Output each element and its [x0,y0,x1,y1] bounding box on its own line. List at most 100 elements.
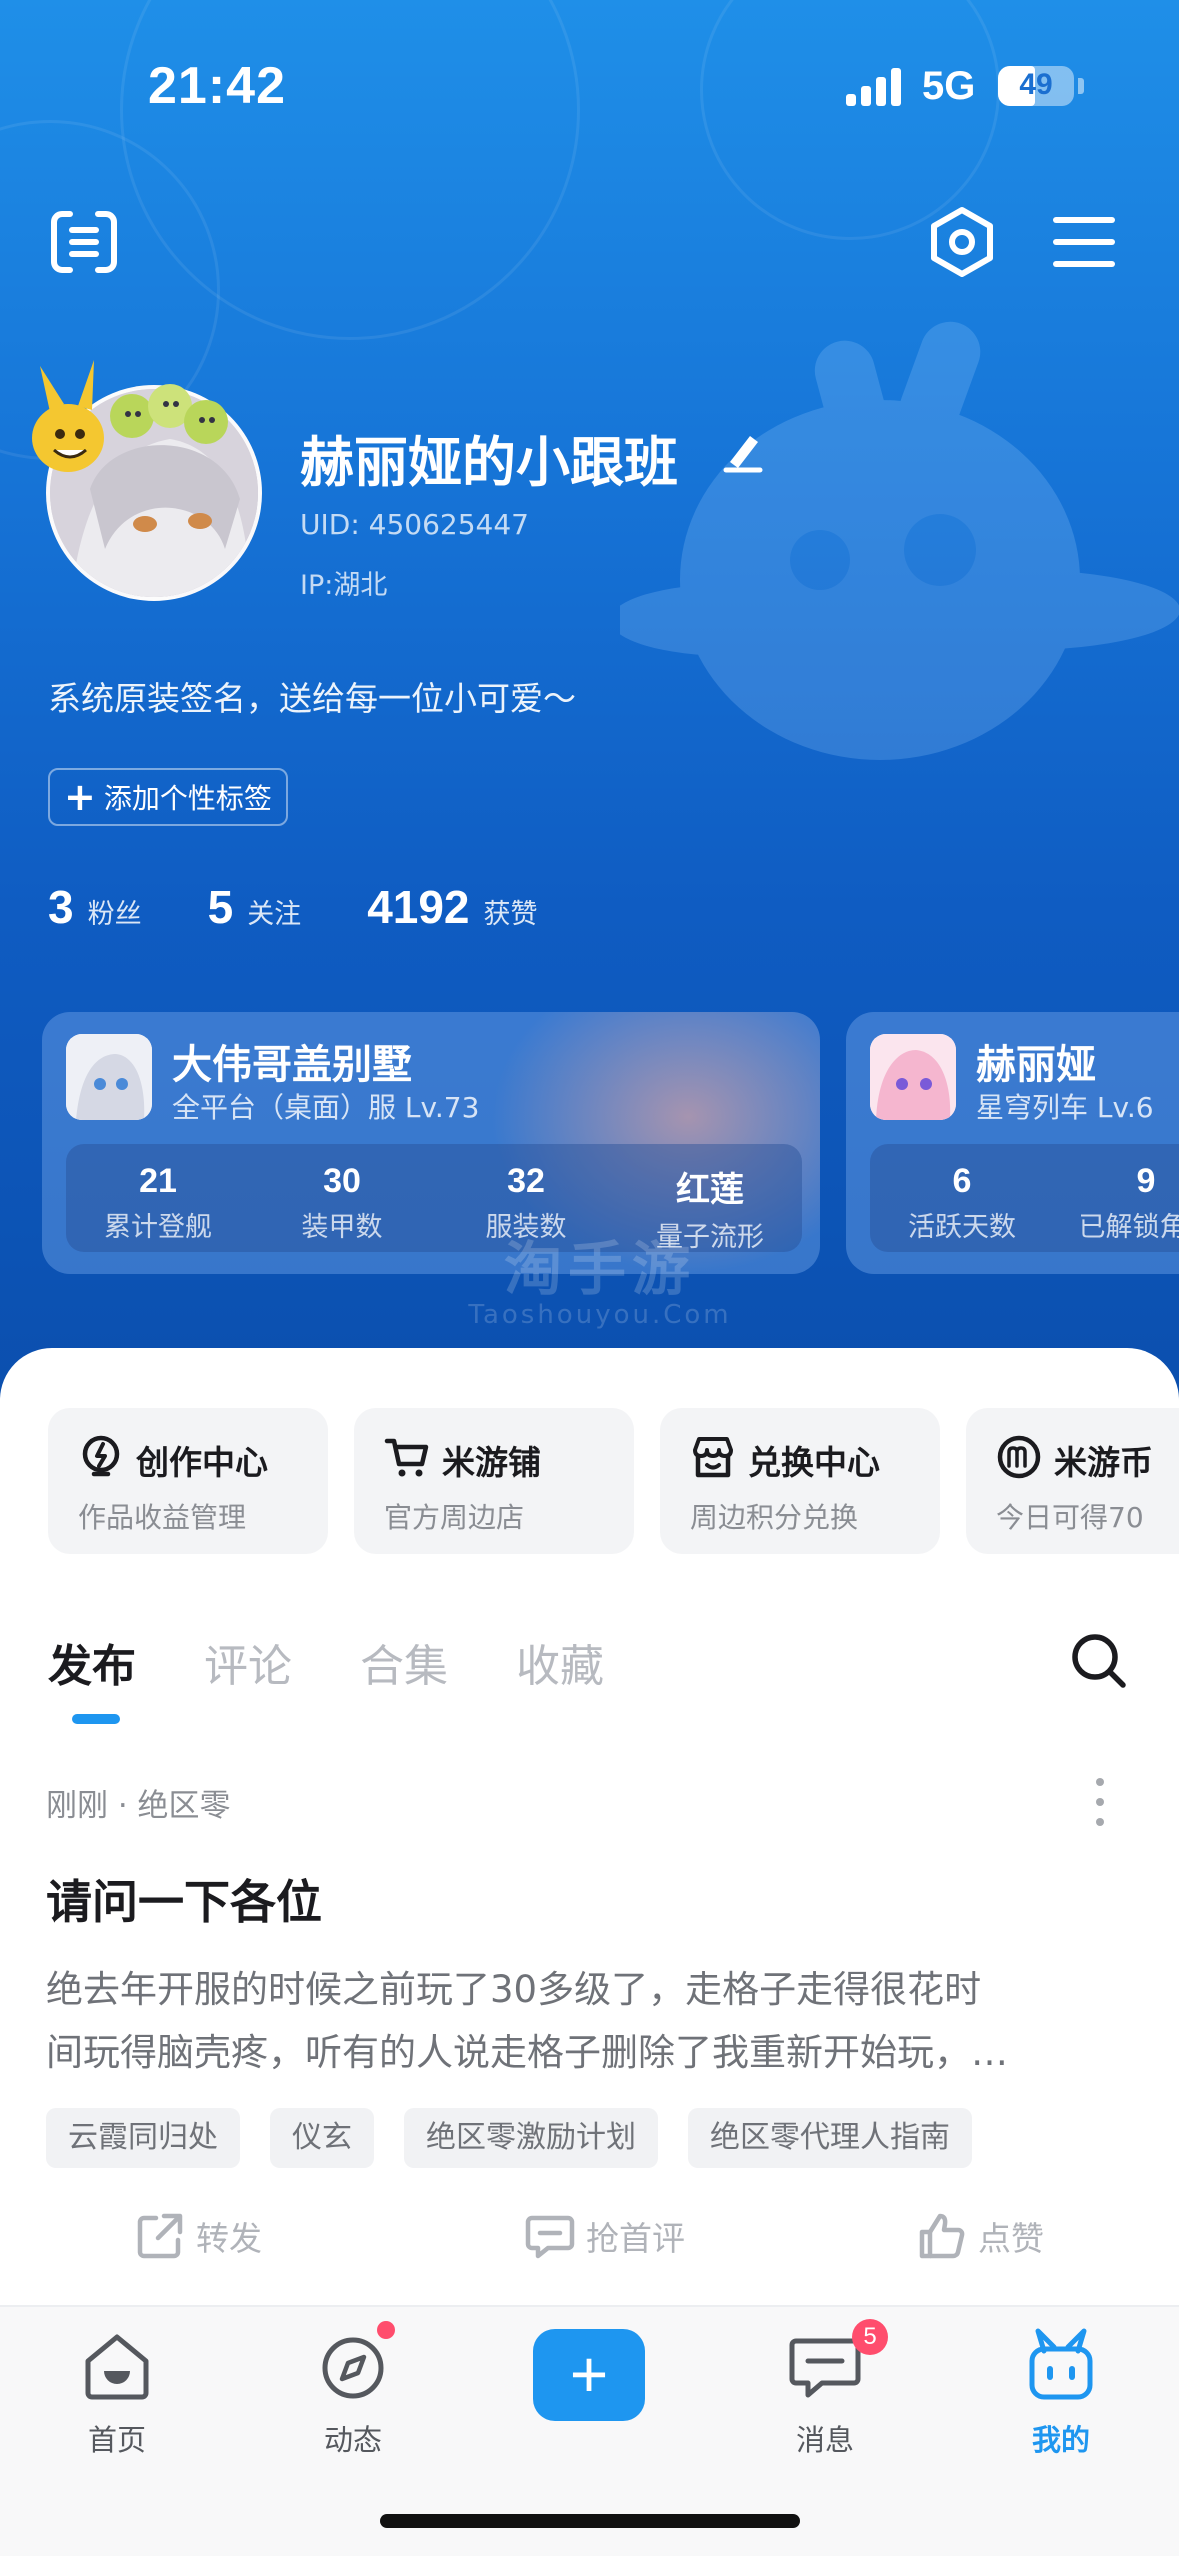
tab-home[interactable]: 首页 [42,2327,192,2459]
bulb-icon [82,1435,120,1477]
cellular-signal-icon [846,66,904,106]
scan-icon [51,211,117,273]
scan-button[interactable] [48,206,120,278]
game-stat-value: 9 [1136,1162,1156,1200]
battery-icon: 49 [998,66,1074,106]
signature[interactable]: 系统原装签名，送给每一位小可爱～ [48,672,576,720]
plus-icon: + [64,775,96,819]
watermark: 淘手游 Taoshouyou.Com [450,1222,750,1330]
like-label: 点赞 [978,2219,1044,2258]
game-icon [66,1034,152,1120]
share-label: 转发 [196,2219,262,2258]
post-tag[interactable]: 绝区零激励计划 [404,2108,658,2168]
post-actions: 转发 抢首评 点赞 [0,2210,1179,2280]
profile-stats: 3 粉丝 5 关注 4192 获赞 [48,880,604,934]
feed-notification-dot [377,2321,395,2339]
publish-button[interactable]: + [533,2329,645,2421]
post-tag[interactable]: 云霞同归处 [46,2108,240,2168]
status-time: 21:42 [148,57,286,115]
stat-value: 4192 [367,881,470,933]
shop-icon [693,1437,733,1478]
game-stat: 9 已解锁角色 [1054,1144,1179,1252]
game-stat: 30 装甲数 [250,1144,434,1252]
ip-location: IP:湖北 [300,570,388,601]
first-comment-button[interactable]: 抢首评 [524,2210,685,2262]
post-body-line: 绝去年开服的时候之前玩了30多级了，走格子走得很花时 [46,1968,982,2011]
more-vertical-icon[interactable] [1092,1774,1108,1830]
settings-button[interactable] [926,206,998,278]
game-stat-value: 30 [323,1162,361,1200]
avatar-frame-decoration [32,360,228,472]
game-stat-label: 活跃天数 [908,1212,1016,1243]
game-stat: 6 活跃天数 [870,1144,1054,1252]
post-tag[interactable]: 仪玄 [270,2108,374,2168]
tab-label: 动态 [323,2423,382,2457]
miyoushop-card[interactable]: 米游铺 官方周边店 [354,1408,634,1554]
search-icon[interactable] [1068,1630,1130,1692]
battery-percent: 49 [1019,68,1053,101]
tab-feed[interactable]: 动态 [278,2327,428,2459]
content-tabs: 发布 评论 合集 收藏 [48,1630,672,1694]
comment-label: 抢首评 [586,2219,685,2258]
post-title[interactable]: 请问一下各位 [46,1866,322,1932]
following-stat[interactable]: 5 关注 [208,880,302,934]
miyou-coin-card[interactable]: 米游币 今日可得70 [966,1408,1179,1554]
add-tag-label: 添加个性标签 [103,782,272,815]
home-icon [85,2334,149,2400]
bunny-icon [1029,2328,1093,2400]
edit-icon[interactable] [720,428,766,474]
game-stat-value: 21 [139,1162,177,1200]
menu-button[interactable] [1048,206,1120,278]
add-tag-button[interactable]: + 添加个性标签 [48,768,288,826]
gear-icon [931,207,993,277]
game-server-level: 星穹列车 Lv.6 [976,1091,1154,1124]
game-stat: 21 累计登舰 [66,1144,250,1252]
tab-posts[interactable]: 发布 [48,1630,136,1694]
tab-favorites[interactable]: 收藏 [516,1630,604,1694]
game-stat-value: 红莲 [676,1171,744,1209]
stat-label: 粉丝 [87,899,142,930]
followers-stat[interactable]: 3 粉丝 [48,880,142,934]
game-card-star-rail[interactable]: 赫丽娅 星穹列车 Lv.6 6 活跃天数 9 已解锁角色 [846,1012,1179,1274]
tab-label: 首页 [87,2423,146,2457]
like-button[interactable]: 点赞 [916,2210,1044,2262]
share-icon [137,2213,183,2259]
post-meta[interactable]: 刚刚 · 绝区零 [46,1780,231,1825]
service-title: 米游币 [1054,1443,1153,1482]
mascot-background-image [620,321,1179,760]
user-id[interactable]: UID: 450625447 [300,508,529,541]
service-desc: 周边积分兑换 [690,1501,859,1534]
game-stat-value: 32 [507,1162,545,1200]
game-stat-label: 装甲数 [301,1212,383,1243]
exchange-center-card[interactable]: 兑换中心 周边积分兑换 [660,1408,940,1554]
service-desc: 作品收益管理 [78,1501,247,1534]
service-desc: 今日可得70 [996,1501,1144,1534]
tab-collections[interactable]: 合集 [360,1630,448,1694]
post-body[interactable]: 绝去年开服的时候之前玩了30多级了，走格子走得很花时 间玩得脑壳疼，听有的人说走… [46,1958,1146,2084]
tab-me[interactable]: 我的 [986,2327,1136,2459]
messages-badge: 5 [852,2319,888,2355]
nickname[interactable]: 赫丽娅的小跟班 [300,418,678,497]
tab-comments[interactable]: 评论 [204,1630,292,1694]
creator-center-card[interactable]: 创作中心 作品收益管理 [48,1408,328,1554]
game-icon [870,1034,956,1120]
stat-value: 5 [207,881,234,933]
stat-label: 关注 [247,899,302,930]
content-panel: 创作中心 作品收益管理 米游铺 官方周边店 兑换中心 周边积分兑换 米游币 今日… [0,1348,1179,2408]
post-body-line: 间玩得脑壳疼，听有的人说走格子删除了我重新开始玩，… [46,2031,1008,2074]
watermark-url: Taoshouyou.Com [468,1300,732,1330]
watermark-text: 淘手游 [503,1235,696,1303]
game-role-name: 大伟哥盖别墅 [172,1042,412,1088]
compass-icon [322,2337,384,2399]
game-server-level: 全平台（桌面）服 Lv.73 [172,1091,480,1124]
share-button[interactable]: 转发 [134,2210,262,2262]
home-indicator [380,2514,800,2528]
service-title: 米游铺 [442,1443,541,1482]
likes-stat[interactable]: 4192 获赞 [367,880,537,934]
stat-value: 3 [48,881,74,933]
game-stat-label: 已解锁角色 [1078,1212,1179,1243]
post-tag[interactable]: 绝区零代理人指南 [688,2108,972,2168]
profile-header: 21:42 5G 49 赫丽娅的小跟班 UID: 450625447 IP:湖北… [0,0,1179,1400]
game-stat-label: 累计登舰 [104,1212,212,1243]
service-title: 兑换中心 [748,1443,880,1482]
